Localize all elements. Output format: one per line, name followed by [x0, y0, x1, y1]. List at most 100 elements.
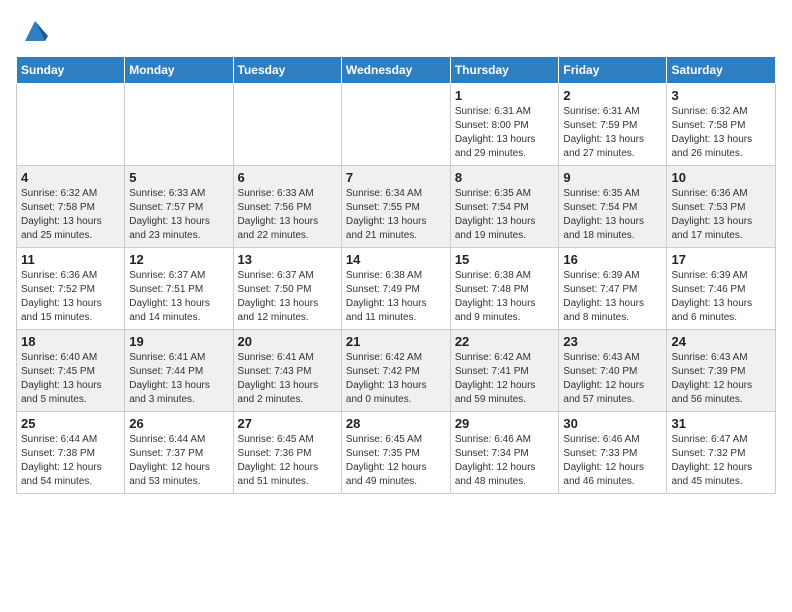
calendar-cell: 9 Sunrise: 6:35 AM Sunset: 7:54 PM Daylig… [559, 166, 667, 248]
day-info: Sunrise: 6:33 AM Sunset: 7:57 PM Dayligh… [129, 187, 228, 243]
day-number: 19 [129, 334, 228, 349]
calendar-week-row: 18 Sunrise: 6:40 AM Sunset: 7:45 PM Dayli… [17, 330, 776, 412]
calendar-cell: 3 Sunrise: 6:32 AM Sunset: 7:58 PM Daylig… [667, 84, 776, 166]
calendar-cell: 12 Sunrise: 6:37 AM Sunset: 7:51 PM Dayli… [125, 248, 233, 330]
day-number: 29 [455, 416, 555, 431]
calendar-cell: 11 Sunrise: 6:36 AM Sunset: 7:52 PM Dayli… [17, 248, 125, 330]
day-info: Sunrise: 6:39 AM Sunset: 7:46 PM Dayligh… [671, 269, 771, 325]
day-number: 3 [671, 88, 771, 103]
day-number: 17 [671, 252, 771, 267]
day-number: 25 [21, 416, 120, 431]
day-number: 28 [346, 416, 446, 431]
day-number: 9 [563, 170, 662, 185]
calendar-cell: 24Sunrise: 6:43 AM Sunset: 7:39 PM Dayli… [667, 330, 776, 412]
calendar-cell: 29 Sunrise: 6:46 AM Sunset: 7:34 PM Dayli… [450, 412, 559, 494]
page-header [16, 16, 776, 46]
day-number: 10 [671, 170, 771, 185]
day-number: 24 [671, 334, 771, 349]
calendar-cell: 22 Sunrise: 6:42 AM Sunset: 7:41 PM Dayli… [450, 330, 559, 412]
calendar-cell: 28 Sunrise: 6:45 AM Sunset: 7:35 PM Dayli… [341, 412, 450, 494]
day-number: 14 [346, 252, 446, 267]
day-number: 6 [238, 170, 337, 185]
calendar-header-saturday: Saturday [667, 57, 776, 84]
day-info: Sunrise: 6:38 AM Sunset: 7:49 PM Dayligh… [346, 269, 446, 325]
day-number: 30 [563, 416, 662, 431]
day-info: Sunrise: 6:39 AM Sunset: 7:47 PM Dayligh… [563, 269, 662, 325]
calendar-cell: 25 Sunrise: 6:44 AM Sunset: 7:38 PM Dayli… [17, 412, 125, 494]
calendar-header-sunday: Sunday [17, 57, 125, 84]
day-number: 8 [455, 170, 555, 185]
day-number: 15 [455, 252, 555, 267]
day-number: 27 [238, 416, 337, 431]
calendar-cell: 8 Sunrise: 6:35 AM Sunset: 7:54 PM Daylig… [450, 166, 559, 248]
day-number: 5 [129, 170, 228, 185]
logo-icon [20, 16, 50, 46]
day-info: Sunrise: 6:45 AM Sunset: 7:35 PM Dayligh… [346, 433, 446, 489]
day-number: 1 [455, 88, 555, 103]
day-info: Sunrise: 6:46 AM Sunset: 7:34 PM Dayligh… [455, 433, 555, 489]
day-info: Sunrise: 6:44 AM Sunset: 7:38 PM Dayligh… [21, 433, 120, 489]
calendar-cell: 6 Sunrise: 6:33 AM Sunset: 7:56 PM Daylig… [233, 166, 341, 248]
day-number: 11 [21, 252, 120, 267]
day-info: Sunrise: 6:47 AM Sunset: 7:32 PM Dayligh… [671, 433, 771, 489]
calendar-header-row: SundayMondayTuesdayWednesdayThursdayFrid… [17, 57, 776, 84]
day-info: Sunrise: 6:31 AM Sunset: 8:00 PM Dayligh… [455, 105, 555, 161]
calendar-table: SundayMondayTuesdayWednesdayThursdayFrid… [16, 56, 776, 494]
day-info: Sunrise: 6:43 AM Sunset: 7:40 PM Dayligh… [563, 351, 662, 407]
calendar-cell: 17 Sunrise: 6:39 AM Sunset: 7:46 PM Dayli… [667, 248, 776, 330]
calendar-cell: 7Sunrise: 6:34 AM Sunset: 7:55 PM Daylig… [341, 166, 450, 248]
day-info: Sunrise: 6:35 AM Sunset: 7:54 PM Dayligh… [455, 187, 555, 243]
day-number: 12 [129, 252, 228, 267]
day-number: 26 [129, 416, 228, 431]
day-number: 18 [21, 334, 120, 349]
calendar-cell: 2Sunrise: 6:31 AM Sunset: 7:59 PM Daylig… [559, 84, 667, 166]
day-info: Sunrise: 6:41 AM Sunset: 7:43 PM Dayligh… [238, 351, 337, 407]
calendar-cell [125, 84, 233, 166]
calendar-cell: 30 Sunrise: 6:46 AM Sunset: 7:33 PM Dayli… [559, 412, 667, 494]
calendar-week-row: 11 Sunrise: 6:36 AM Sunset: 7:52 PM Dayli… [17, 248, 776, 330]
calendar-week-row: 1 Sunrise: 6:31 AM Sunset: 8:00 PM Daylig… [17, 84, 776, 166]
day-number: 22 [455, 334, 555, 349]
calendar-cell: 18 Sunrise: 6:40 AM Sunset: 7:45 PM Dayli… [17, 330, 125, 412]
day-info: Sunrise: 6:35 AM Sunset: 7:54 PM Dayligh… [563, 187, 662, 243]
day-number: 13 [238, 252, 337, 267]
day-info: Sunrise: 6:32 AM Sunset: 7:58 PM Dayligh… [671, 105, 771, 161]
day-info: Sunrise: 6:38 AM Sunset: 7:48 PM Dayligh… [455, 269, 555, 325]
day-info: Sunrise: 6:44 AM Sunset: 7:37 PM Dayligh… [129, 433, 228, 489]
calendar-cell [17, 84, 125, 166]
day-info: Sunrise: 6:42 AM Sunset: 7:41 PM Dayligh… [455, 351, 555, 407]
day-info: Sunrise: 6:37 AM Sunset: 7:50 PM Dayligh… [238, 269, 337, 325]
calendar-cell: 15 Sunrise: 6:38 AM Sunset: 7:48 PM Dayli… [450, 248, 559, 330]
calendar-cell: 27 Sunrise: 6:45 AM Sunset: 7:36 PM Dayli… [233, 412, 341, 494]
day-info: Sunrise: 6:37 AM Sunset: 7:51 PM Dayligh… [129, 269, 228, 325]
day-number: 4 [21, 170, 120, 185]
day-info: Sunrise: 6:42 AM Sunset: 7:42 PM Dayligh… [346, 351, 446, 407]
day-number: 23 [563, 334, 662, 349]
day-info: Sunrise: 6:36 AM Sunset: 7:52 PM Dayligh… [21, 269, 120, 325]
calendar-cell: 16Sunrise: 6:39 AM Sunset: 7:47 PM Dayli… [559, 248, 667, 330]
calendar-week-row: 25 Sunrise: 6:44 AM Sunset: 7:38 PM Dayli… [17, 412, 776, 494]
day-number: 21 [346, 334, 446, 349]
day-info: Sunrise: 6:33 AM Sunset: 7:56 PM Dayligh… [238, 187, 337, 243]
calendar-header-friday: Friday [559, 57, 667, 84]
calendar-cell: 10Sunrise: 6:36 AM Sunset: 7:53 PM Dayli… [667, 166, 776, 248]
calendar-header-monday: Monday [125, 57, 233, 84]
calendar-cell: 13 Sunrise: 6:37 AM Sunset: 7:50 PM Dayli… [233, 248, 341, 330]
calendar-cell: 5 Sunrise: 6:33 AM Sunset: 7:57 PM Daylig… [125, 166, 233, 248]
day-info: Sunrise: 6:32 AM Sunset: 7:58 PM Dayligh… [21, 187, 120, 243]
day-number: 31 [671, 416, 771, 431]
day-number: 2 [563, 88, 662, 103]
day-info: Sunrise: 6:34 AM Sunset: 7:55 PM Dayligh… [346, 187, 446, 243]
day-info: Sunrise: 6:45 AM Sunset: 7:36 PM Dayligh… [238, 433, 337, 489]
day-info: Sunrise: 6:41 AM Sunset: 7:44 PM Dayligh… [129, 351, 228, 407]
calendar-cell: 21 Sunrise: 6:42 AM Sunset: 7:42 PM Dayli… [341, 330, 450, 412]
calendar-cell: 14 Sunrise: 6:38 AM Sunset: 7:49 PM Dayli… [341, 248, 450, 330]
day-number: 20 [238, 334, 337, 349]
calendar-cell: 4 Sunrise: 6:32 AM Sunset: 7:58 PM Daylig… [17, 166, 125, 248]
day-info: Sunrise: 6:46 AM Sunset: 7:33 PM Dayligh… [563, 433, 662, 489]
day-info: Sunrise: 6:40 AM Sunset: 7:45 PM Dayligh… [21, 351, 120, 407]
calendar-cell: 20 Sunrise: 6:41 AM Sunset: 7:43 PM Dayli… [233, 330, 341, 412]
calendar-header-tuesday: Tuesday [233, 57, 341, 84]
calendar-header-thursday: Thursday [450, 57, 559, 84]
calendar-cell: 23 Sunrise: 6:43 AM Sunset: 7:40 PM Dayli… [559, 330, 667, 412]
